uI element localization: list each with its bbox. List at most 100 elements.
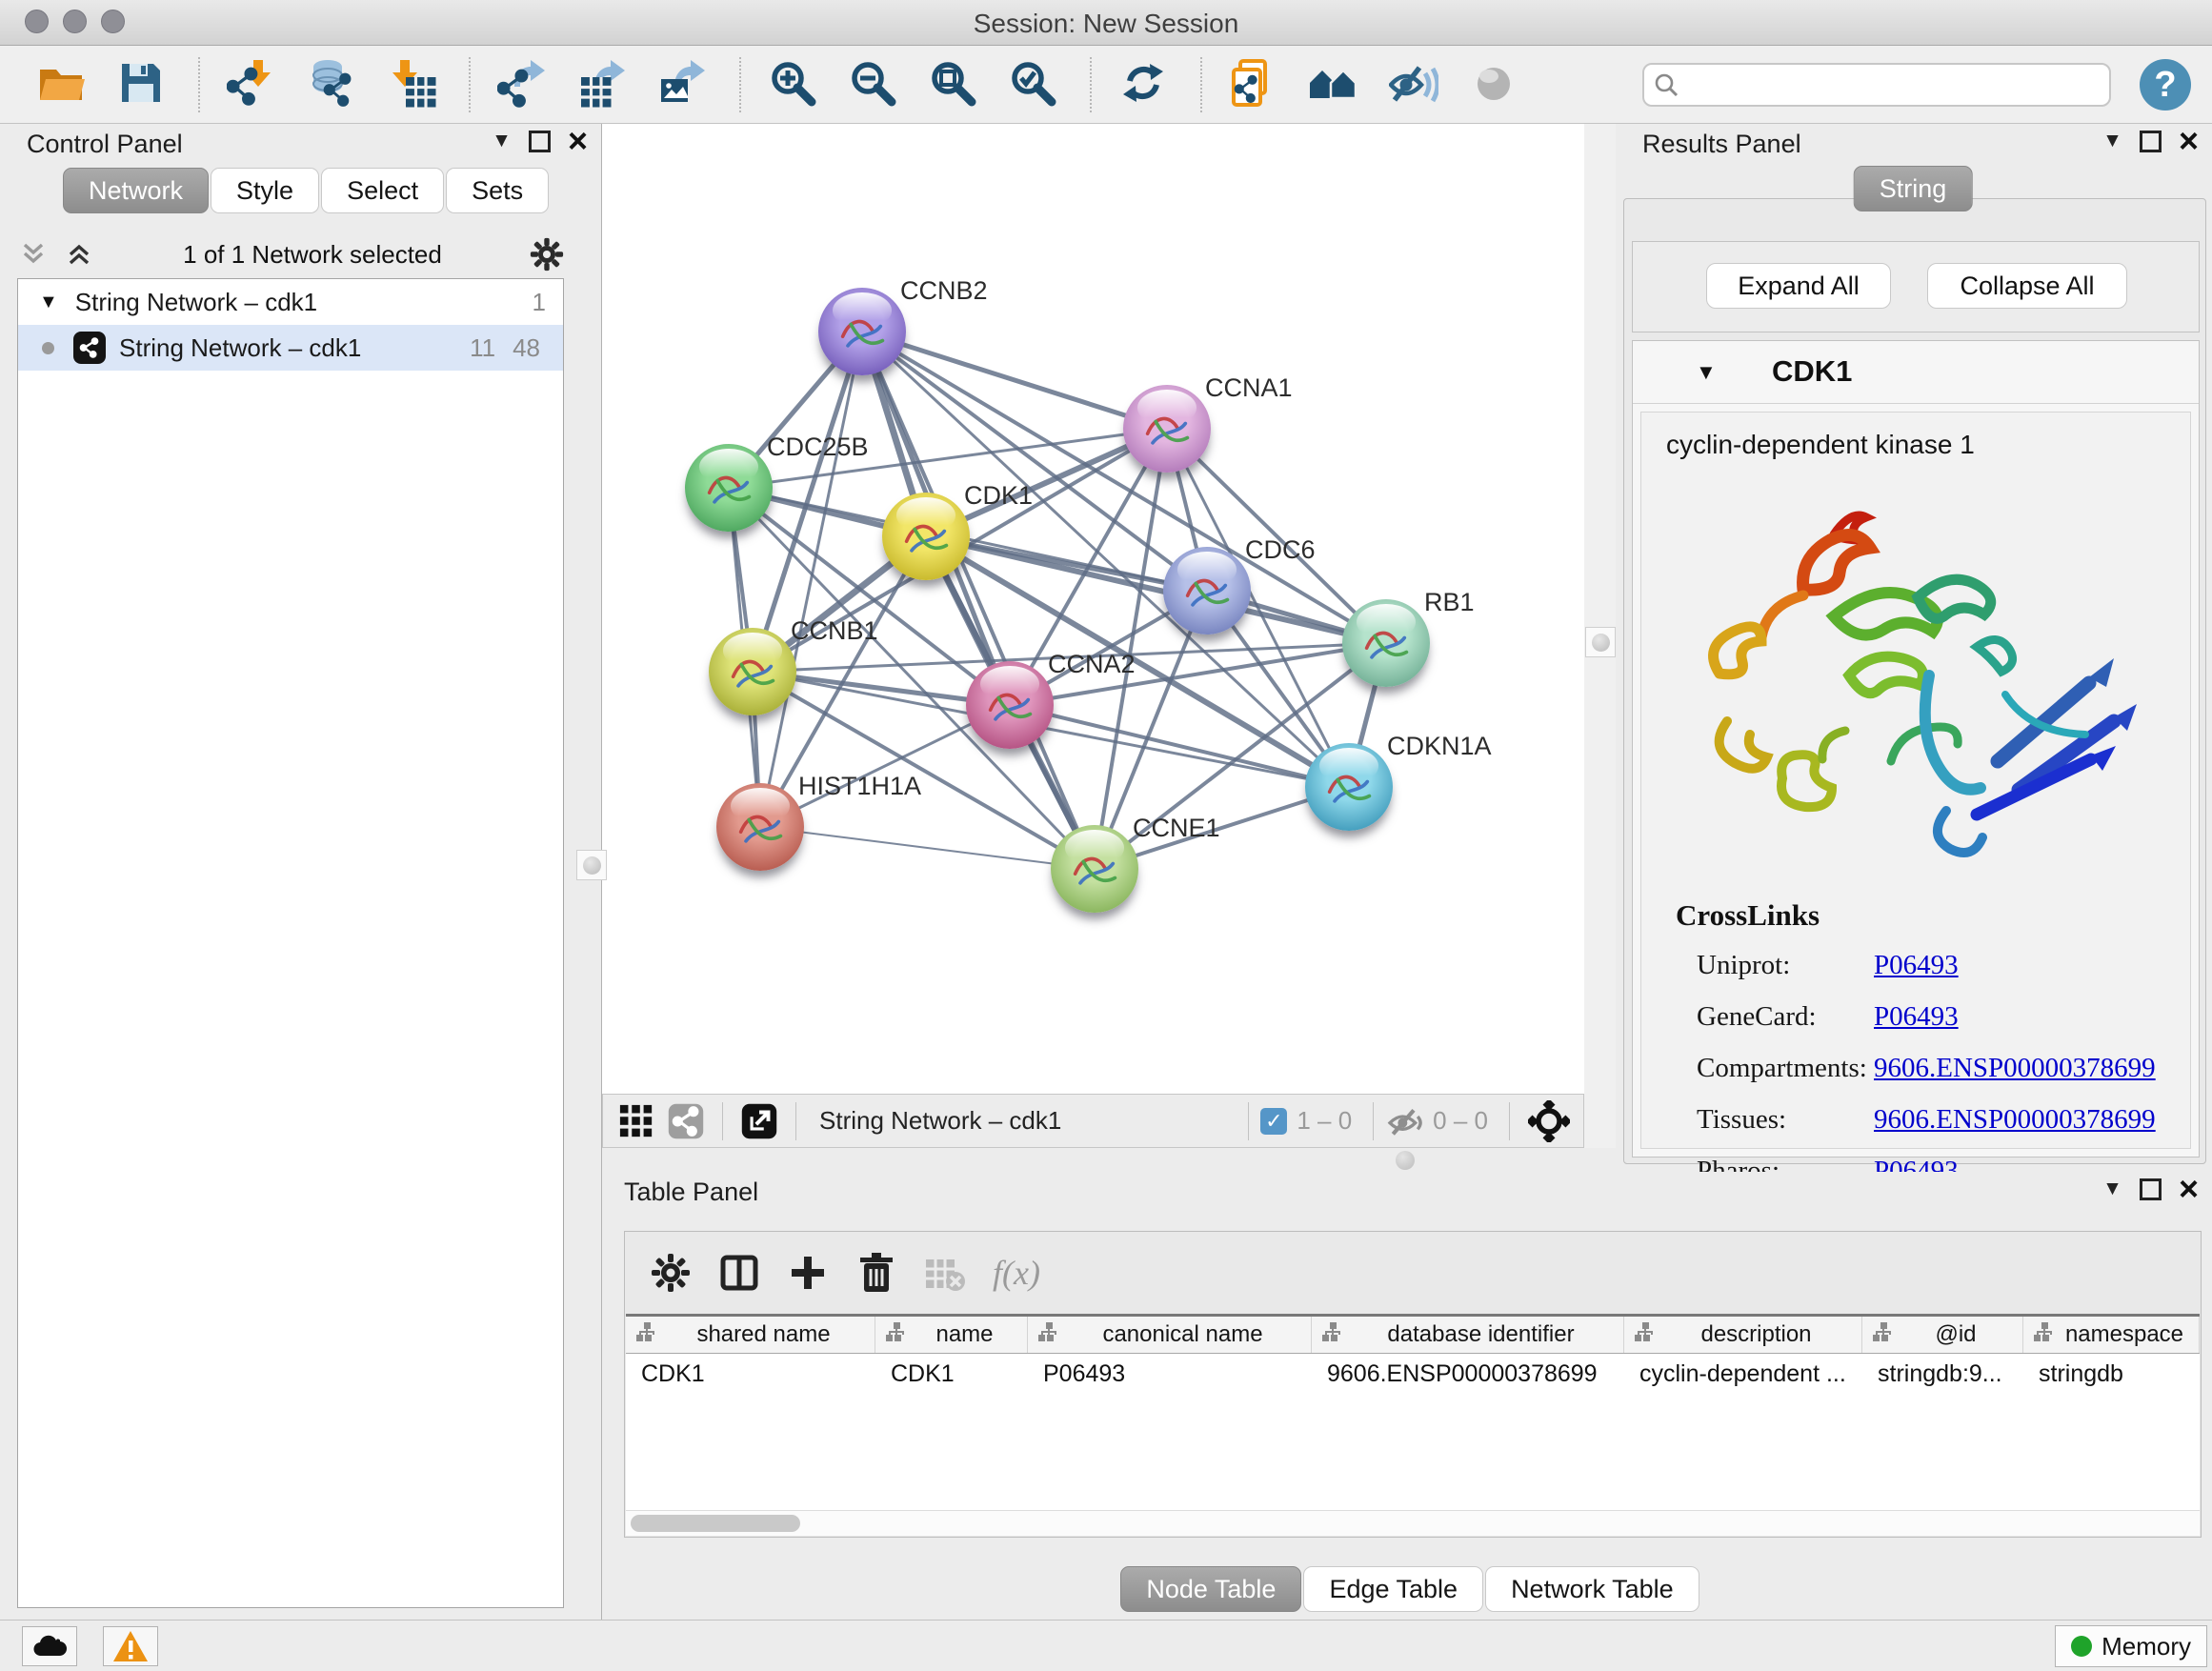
network-node-hist1h1a[interactable] (716, 783, 804, 871)
grid-view-icon[interactable] (618, 1103, 654, 1139)
column-header-canonical-name[interactable]: canonical name (1028, 1317, 1312, 1353)
search-box[interactable] (1642, 63, 2111, 107)
show-graphics-details-icon (1389, 96, 1438, 111)
table-panel: Table Panel ▼ × f(x) shared name name ca… (610, 1172, 2212, 1620)
crosslink-link[interactable]: 9606.ENSP00000378699 (1874, 1053, 2156, 1084)
settings-gear-button[interactable] (644, 1246, 697, 1299)
open-session-button[interactable] (32, 54, 90, 115)
zoom-fit-button[interactable] (924, 54, 981, 115)
network-collection-row[interactable]: ▼ String Network – cdk1 1 (18, 279, 563, 325)
save-session-button[interactable] (112, 54, 170, 115)
network-node-ccna2[interactable] (966, 661, 1054, 749)
network-node-rb1[interactable] (1342, 599, 1430, 687)
table-horizontal-scrollbar[interactable] (626, 1510, 2200, 1536)
open-in-new-icon[interactable] (741, 1103, 777, 1139)
import-network-from-file-button[interactable] (223, 54, 280, 115)
cloud-button[interactable] (22, 1626, 77, 1666)
expand-all-button[interactable]: Expand All (1706, 263, 1891, 309)
delete-column-button[interactable] (850, 1246, 903, 1299)
share-network-icon[interactable] (668, 1103, 704, 1139)
node-label-ccna1: CCNA1 (1205, 373, 1293, 403)
tab-edge-table[interactable]: Edge Table (1303, 1566, 1483, 1612)
table-menu-icon[interactable]: ▼ (2102, 1178, 2122, 1200)
expand-all-icon[interactable] (63, 238, 95, 271)
column-header-description[interactable]: description (1624, 1317, 1862, 1353)
network-node-ccnb2[interactable] (818, 288, 906, 375)
table-splitter-handle[interactable] (1396, 1151, 1415, 1170)
cybrowser-home-button[interactable] (1305, 54, 1362, 115)
column-header-shared-name[interactable]: shared name (626, 1317, 875, 1353)
refresh-view-button[interactable] (1115, 54, 1172, 115)
results-float-icon[interactable] (2140, 131, 2162, 152)
selected-checkbox[interactable]: ✓ (1260, 1108, 1287, 1135)
export-image-button[interactable] (654, 54, 711, 115)
tab-sets[interactable]: Sets (446, 168, 549, 213)
table-cell[interactable]: stringdb (2023, 1360, 2200, 1388)
network-from-selection-button[interactable] (1225, 54, 1282, 115)
warning-button[interactable] (103, 1626, 158, 1666)
memory-button[interactable]: Memory (2055, 1625, 2207, 1667)
import-table-from-file-button[interactable] (383, 54, 440, 115)
collapse-all-button[interactable]: Collapse All (1927, 263, 2127, 309)
function-builder-button[interactable]: f(x) (987, 1252, 1046, 1294)
zoom-in-button[interactable] (764, 54, 821, 115)
network-node-cdk1[interactable] (882, 493, 970, 580)
network-node-ccnb1[interactable] (709, 628, 796, 715)
crosslink-link[interactable]: 9606.ENSP00000378699 (1874, 1104, 2156, 1136)
table-close-icon[interactable]: × (2179, 1178, 2199, 1200)
column-header-database-identifier[interactable]: database identifier (1312, 1317, 1624, 1353)
results-close-icon[interactable]: × (2179, 130, 2199, 152)
panel-float-icon[interactable] (529, 131, 551, 152)
network-node-cdkn1a[interactable] (1305, 743, 1393, 831)
network-node-cdc25b[interactable] (685, 444, 773, 532)
table-float-icon[interactable] (2140, 1178, 2162, 1200)
tab-style[interactable]: Style (211, 168, 319, 213)
scrollbar-thumb[interactable] (631, 1515, 800, 1532)
tab-string[interactable]: String (1854, 166, 1973, 211)
crosslink-link[interactable]: P06493 (1874, 950, 1959, 981)
column-header--id[interactable]: @id (1862, 1317, 2023, 1353)
zoom-selected-button[interactable] (1004, 54, 1061, 115)
table-cell[interactable]: stringdb:9... (1862, 1360, 2023, 1388)
table-cell[interactable]: P06493 (1028, 1360, 1312, 1388)
network-node-ccna1[interactable] (1123, 385, 1211, 473)
collection-expander-icon[interactable]: ▼ (39, 292, 58, 313)
export-table-button[interactable] (573, 54, 631, 115)
tab-network-table[interactable]: Network Table (1485, 1566, 1699, 1612)
control-splitter-handle[interactable] (576, 850, 607, 880)
crosslink-link[interactable]: P06493 (1874, 1001, 1959, 1033)
table-cell[interactable]: CDK1 (626, 1360, 875, 1388)
panel-close-icon[interactable]: × (568, 130, 588, 152)
tab-select[interactable]: Select (321, 168, 444, 213)
table-cell[interactable]: CDK1 (875, 1360, 1028, 1388)
table-row[interactable]: CDK1CDK1P064939606.ENSP00000378699cyclin… (626, 1354, 2200, 1394)
results-menu-icon[interactable]: ▼ (2102, 130, 2122, 152)
network-canvas[interactable]: CCNB2 CCNA1 CDC25B CDK1 CDC6 RB1 CCNB1 C… (602, 124, 1584, 1094)
gene-expander-icon[interactable]: ▼ (1696, 360, 1717, 385)
help-button[interactable]: ? (2140, 59, 2191, 111)
import-network-from-database-button[interactable] (303, 54, 360, 115)
column-header-namespace[interactable]: namespace (2023, 1317, 2200, 1353)
network-row[interactable]: String Network – cdk1 11 48 (18, 325, 563, 371)
network-node-ccne1[interactable] (1051, 825, 1138, 913)
export-network-button[interactable] (493, 54, 551, 115)
results-splitter-handle[interactable] (1585, 627, 1616, 657)
search-input[interactable] (1686, 69, 2100, 100)
table-cell[interactable]: 9606.ENSP00000378699 (1312, 1360, 1624, 1388)
network-node-cdc6[interactable] (1163, 547, 1251, 634)
show-graphics-details-button[interactable] (1385, 54, 1442, 115)
center-view-icon[interactable] (1528, 1100, 1570, 1142)
collapse-all-icon[interactable] (17, 238, 50, 271)
add-column-button[interactable] (781, 1246, 835, 1299)
tab-network[interactable]: Network (63, 168, 209, 213)
column-header-name[interactable]: name (875, 1317, 1028, 1353)
birds-eye-view-button[interactable] (1465, 54, 1522, 115)
delete-table-button[interactable] (918, 1246, 972, 1299)
network-options-gear-icon[interactable] (530, 237, 564, 272)
tab-node-table[interactable]: Node Table (1120, 1566, 1301, 1612)
zoom-out-button[interactable] (844, 54, 901, 115)
gene-section-header[interactable]: ▼ CDK1 (1633, 341, 2199, 404)
panel-menu-icon[interactable]: ▼ (492, 130, 512, 152)
table-cell[interactable]: cyclin-dependent ... (1624, 1360, 1862, 1388)
split-columns-button[interactable] (713, 1246, 766, 1299)
